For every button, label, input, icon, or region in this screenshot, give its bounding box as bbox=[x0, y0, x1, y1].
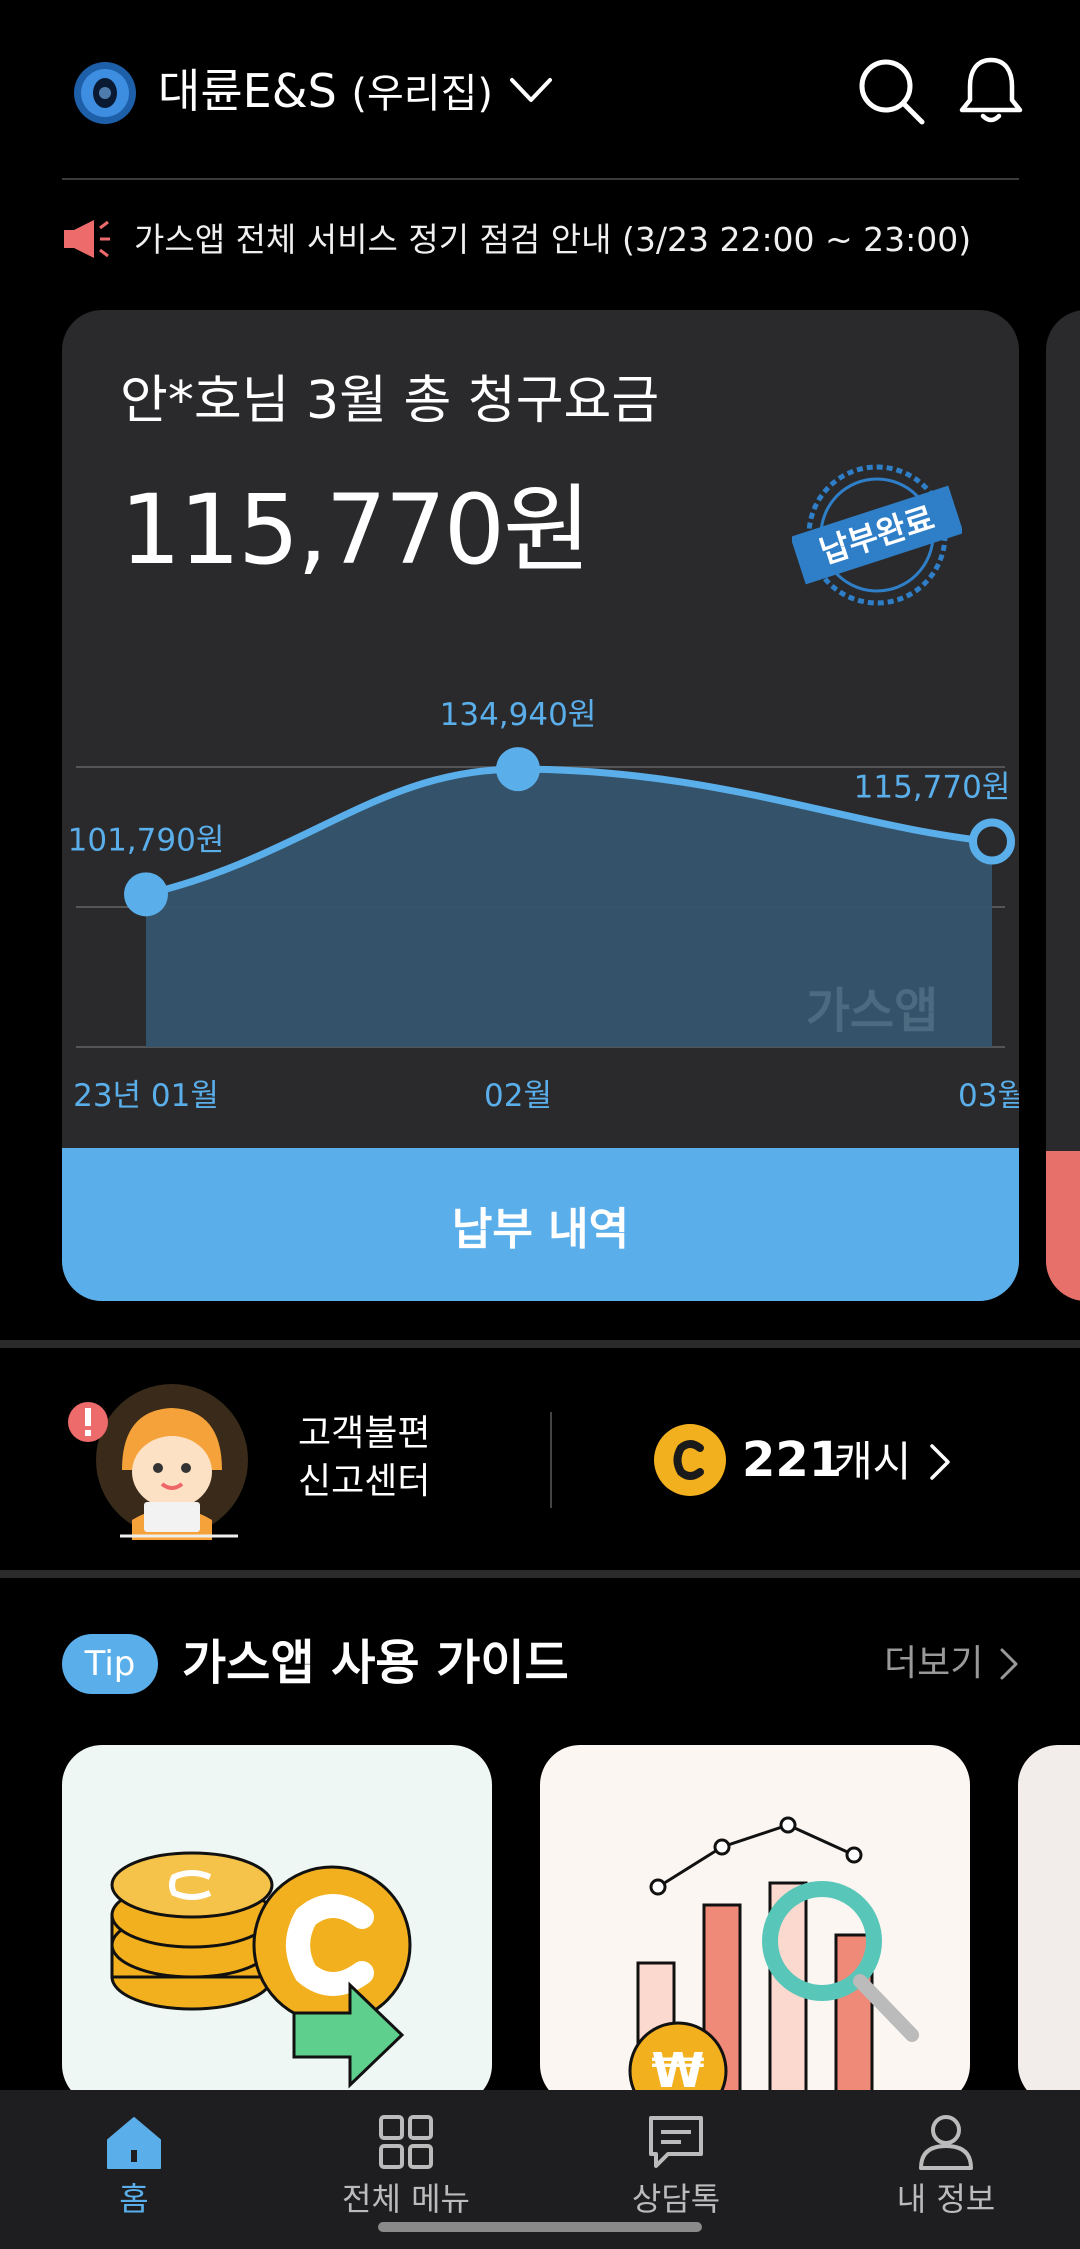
nav-home-label: 홈 bbox=[119, 2180, 149, 2218]
cash-amount: 221 bbox=[742, 1432, 843, 1488]
cash-unit: 캐시 bbox=[834, 1437, 912, 1486]
guide-title: 가스앱 사용 가이드 bbox=[182, 1635, 569, 1691]
nav-home[interactable]: 홈 bbox=[44, 2112, 224, 2232]
x-tick-label: 23년 01월 bbox=[73, 1078, 219, 1114]
section-divider bbox=[0, 1570, 1080, 1578]
user-icon bbox=[919, 2115, 973, 2170]
chevron-down-icon[interactable] bbox=[508, 70, 554, 110]
section-divider bbox=[0, 1340, 1080, 1348]
bill-amount: 115,770원 bbox=[120, 474, 591, 586]
nav-chat-label: 상담톡 bbox=[631, 2180, 721, 2218]
complaint-center-line2: 신고센터 bbox=[298, 1461, 431, 1502]
coin-exchange-illustration bbox=[110, 1851, 412, 2089]
guide-card-charges[interactable]: ₩ bbox=[540, 1745, 970, 2105]
chevron-right-icon[interactable] bbox=[998, 1646, 1020, 1682]
search-icon[interactable] bbox=[856, 56, 926, 126]
data-label: 115,770원 bbox=[854, 770, 1011, 806]
data-point bbox=[124, 872, 168, 917]
complaint-center-line1: 고객불편 bbox=[298, 1413, 431, 1454]
home-indicator bbox=[378, 2222, 702, 2232]
nav-chat[interactable]: 상담톡 bbox=[586, 2112, 766, 2232]
guide-card-peek[interactable] bbox=[1018, 1745, 1080, 2105]
chat-icon bbox=[649, 2116, 703, 2168]
tip-badge: Tip bbox=[62, 1634, 158, 1694]
data-label: 101,790원 bbox=[68, 822, 225, 858]
data-point bbox=[496, 747, 540, 792]
guide-card-cash[interactable] bbox=[62, 1745, 492, 2105]
next-card-accent bbox=[1046, 1151, 1080, 1301]
chevron-right-icon bbox=[930, 1444, 950, 1480]
row-divider bbox=[550, 1412, 552, 1508]
home-label: (우리집) bbox=[351, 71, 494, 117]
charge-analysis-illustration: ₩ bbox=[628, 1816, 919, 2105]
nav-my-info[interactable]: 내 정보 bbox=[856, 2112, 1036, 2232]
company-selector[interactable]: 대륜E&S (우리집) bbox=[158, 58, 493, 127]
bill-title: 안*호님 3월 총 청구요금 bbox=[120, 371, 660, 431]
notice-banner[interactable]: 가스앱 전체 서비스 정기 점검 안내 (3/23 22:00 ~ 23:00) bbox=[62, 210, 1022, 270]
bill-card[interactable]: 안*호님 3월 총 청구요금 115,770원 납부완료 101,790원 23년… bbox=[62, 310, 1019, 1301]
cash-coin-icon bbox=[654, 1424, 726, 1496]
paid-stamp: 납부완료 bbox=[792, 464, 962, 606]
guide-header: Tip 가스앱 사용 가이드 더보기 bbox=[0, 1620, 1080, 1710]
more-link[interactable]: 더보기 bbox=[884, 1638, 983, 1690]
megaphone-icon bbox=[64, 220, 110, 258]
nav-my-info-label: 내 정보 bbox=[896, 2180, 996, 2218]
complaint-center-link[interactable]: 고객불편 신고센터 bbox=[298, 1410, 430, 1506]
data-point bbox=[969, 818, 1015, 865]
data-label: 134,940원 bbox=[440, 697, 597, 733]
customer-service-row: 고객불편 신고센터 221 캐시 bbox=[0, 1350, 1080, 1570]
header-divider bbox=[62, 178, 1019, 180]
bell-icon[interactable] bbox=[958, 54, 1024, 126]
next-card-peek[interactable] bbox=[1046, 310, 1080, 1301]
nav-all-menu[interactable]: 전체 메뉴 bbox=[316, 2112, 496, 2232]
payment-history-button[interactable]: 납부 내역 bbox=[62, 1148, 1019, 1301]
company-logo bbox=[74, 62, 136, 124]
app-header: 대륜E&S (우리집) bbox=[0, 0, 1080, 180]
x-tick-label: 03월 bbox=[958, 1078, 1019, 1114]
company-name: 대륜E&S bbox=[158, 64, 337, 118]
x-tick-label: 02월 bbox=[484, 1078, 552, 1114]
grid-icon bbox=[379, 2115, 433, 2169]
chart-watermark: 가스앱 bbox=[806, 983, 938, 1039]
notice-text: 가스앱 전체 서비스 정기 점검 안내 (3/23 22:00 ~ 23:00) bbox=[134, 220, 972, 259]
billing-chart: 101,790원 23년 01월 134,940원 02월 115,770원 03월 가스… bbox=[68, 697, 1019, 1114]
nav-all-menu-label: 전체 메뉴 bbox=[342, 2180, 470, 2218]
support-mascot-icon[interactable] bbox=[62, 1380, 252, 1540]
cash-balance-link[interactable]: 221 캐시 bbox=[654, 1420, 974, 1500]
home-icon bbox=[107, 2117, 161, 2169]
